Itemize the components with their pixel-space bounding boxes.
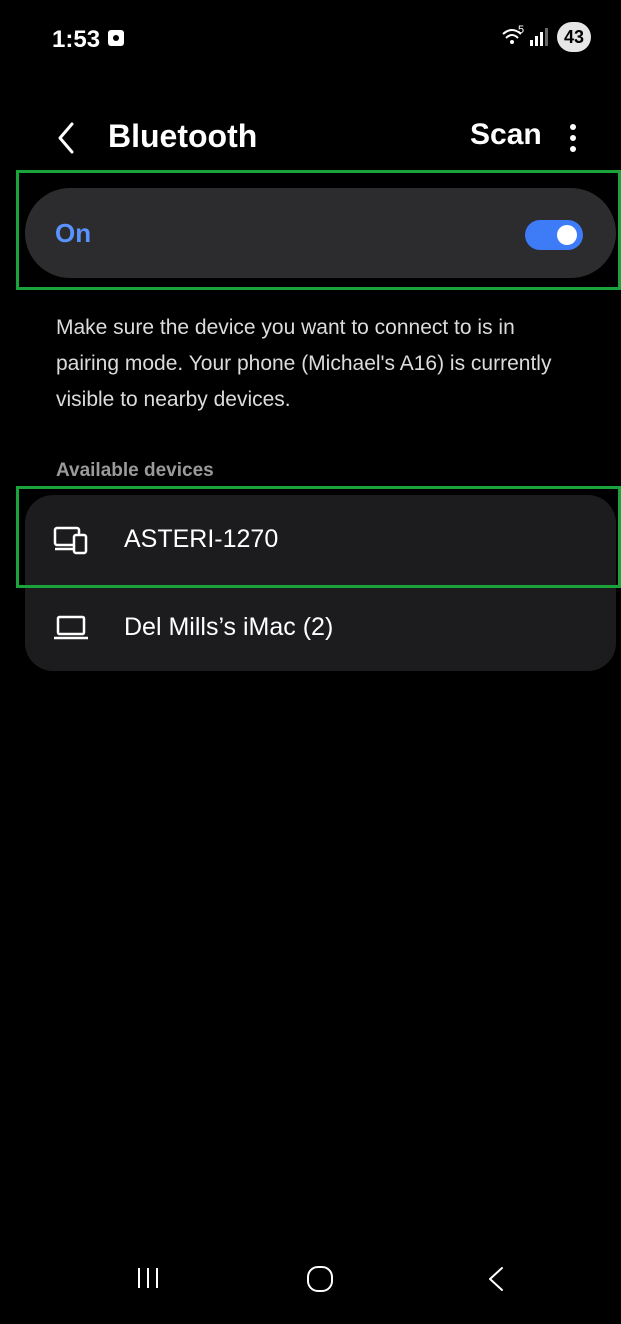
signal-icon: [530, 28, 548, 46]
more-dot-icon: [570, 146, 576, 152]
more-dot-icon: [570, 135, 576, 141]
device-item-asteri-1270[interactable]: ASTERI-1270: [25, 495, 616, 583]
device-list: ASTERI-1270 Del Mills’s iMac (2): [25, 495, 616, 671]
laptop-icon: [54, 615, 88, 640]
phone-and-monitor-icon: [53, 526, 88, 555]
battery-indicator: 43: [557, 22, 591, 52]
navigation-bar: [0, 1250, 621, 1324]
bluetooth-toggle-row[interactable]: On: [25, 188, 616, 278]
toggle-label: On: [55, 218, 92, 248]
page-title: Bluetooth: [108, 118, 258, 154]
status-bar: 1:53 5 43: [0, 0, 621, 72]
more-dot-icon: [570, 124, 576, 130]
bluetooth-toggle-switch[interactable]: [525, 220, 583, 250]
device-label: ASTERI-1270: [124, 525, 279, 553]
device-item-del-mills-imac[interactable]: Del Mills’s iMac (2): [25, 583, 616, 671]
available-devices-header: Available devices: [56, 460, 214, 481]
scan-button[interactable]: Scan: [470, 118, 542, 152]
nav-back-button[interactable]: [484, 1264, 508, 1294]
more-options-button[interactable]: [560, 118, 584, 158]
status-time: 1:53: [52, 26, 101, 53]
recents-button[interactable]: [135, 1266, 161, 1290]
back-button[interactable]: [48, 116, 88, 160]
device-label: Del Mills’s iMac (2): [124, 613, 334, 641]
toggle-knob: [557, 225, 577, 245]
wifi-band-label: 5: [518, 24, 525, 36]
pairing-description: Make sure the device you want to connect…: [56, 316, 552, 411]
home-button[interactable]: [305, 1264, 335, 1294]
notification-app-icon: [108, 30, 124, 46]
